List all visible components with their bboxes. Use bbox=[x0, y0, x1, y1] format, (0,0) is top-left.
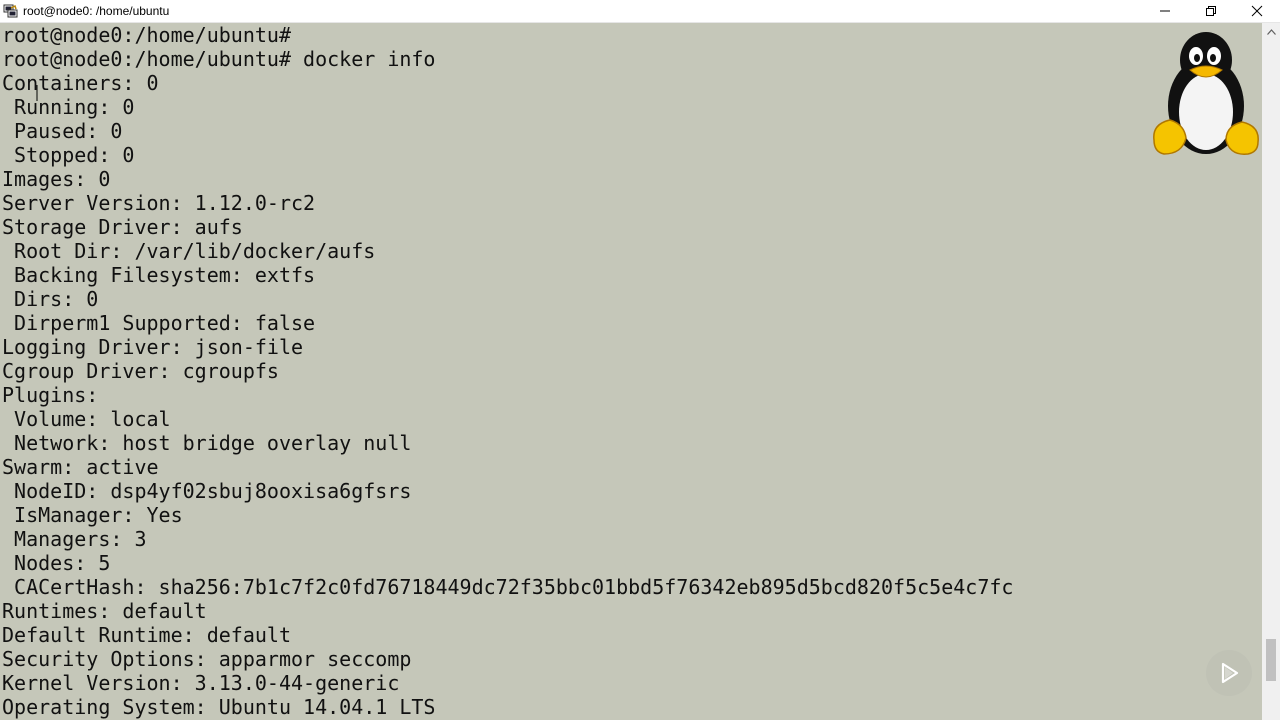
terminal-line: Operating System: Ubuntu 14.04.1 LTS bbox=[2, 695, 436, 719]
terminal-line: Logging Driver: json-file bbox=[2, 335, 304, 359]
close-icon bbox=[1251, 5, 1263, 17]
terminal-line: IsManager: Yes bbox=[2, 503, 183, 527]
terminal-line: Swarm: active bbox=[2, 455, 159, 479]
terminal-line: Dirperm1 Supported: false bbox=[2, 311, 316, 335]
chevron-up-icon bbox=[1266, 28, 1276, 35]
terminal-line: Storage Driver: aufs bbox=[2, 215, 243, 239]
play-button[interactable] bbox=[1206, 650, 1252, 696]
terminal-line: Default Runtime: default bbox=[2, 623, 291, 647]
terminal-line: Server Version: 1.12.0-rc2 bbox=[2, 191, 316, 215]
terminal-line: Kernel Version: 3.13.0-44-generic bbox=[2, 671, 400, 695]
terminal-line: Containers: 0 bbox=[2, 71, 159, 95]
terminal-line: root@node0:/home/ubuntu# bbox=[2, 23, 291, 47]
restore-button[interactable] bbox=[1188, 0, 1234, 23]
title-bar[interactable]: root@node0: /home/ubuntu bbox=[0, 0, 1280, 23]
terminal-line: NodeID: dsp4yf02sbuj8ooxisa6gfsrs bbox=[2, 479, 412, 503]
terminal-output[interactable]: root@node0:/home/ubuntu# root@node0:/hom… bbox=[0, 23, 1262, 720]
window-title: root@node0: /home/ubuntu bbox=[23, 4, 170, 18]
terminal-line: Managers: 3 bbox=[2, 527, 147, 551]
terminal-line: Runtimes: default bbox=[2, 599, 207, 623]
terminal-line: CACertHash: sha256:7b1c7f2c0fd76718449dc… bbox=[2, 575, 1014, 599]
terminal-line: Root Dir: /var/lib/docker/aufs bbox=[2, 239, 376, 263]
terminal-line: Images: 0 bbox=[2, 167, 111, 191]
terminal-line: Plugins: bbox=[2, 383, 99, 407]
putty-icon[interactable] bbox=[3, 3, 19, 19]
tux-penguin-logo bbox=[1150, 28, 1262, 160]
terminal-line: Running: 0 bbox=[2, 95, 135, 119]
minimize-button[interactable] bbox=[1142, 0, 1188, 23]
vertical-scrollbar[interactable] bbox=[1262, 23, 1280, 720]
terminal-line: root@node0:/home/ubuntu# docker info bbox=[2, 47, 436, 71]
scrollbar-thumb[interactable] bbox=[1266, 639, 1276, 681]
play-icon bbox=[1221, 662, 1239, 684]
scroll-up-button[interactable] bbox=[1262, 23, 1280, 40]
terminal-line: Cgroup Driver: cgroupfs bbox=[2, 359, 279, 383]
close-button[interactable] bbox=[1234, 0, 1280, 23]
terminal-line: Dirs: 0 bbox=[2, 287, 99, 311]
terminal-line: Nodes: 5 bbox=[2, 551, 111, 575]
terminal-window: root@node0: /home/ubuntu root@node0:/hom… bbox=[0, 0, 1280, 720]
minimize-icon bbox=[1160, 10, 1170, 12]
terminal-line: Network: host bridge overlay null bbox=[2, 431, 412, 455]
terminal-line: Paused: 0 bbox=[2, 119, 123, 143]
terminal-line: Backing Filesystem: extfs bbox=[2, 263, 316, 287]
terminal-line: Security Options: apparmor seccomp bbox=[2, 647, 412, 671]
terminal-line: Volume: local bbox=[2, 407, 171, 431]
text-cursor-icon bbox=[36, 85, 38, 101]
restore-icon bbox=[1206, 6, 1216, 16]
terminal-line: Stopped: 0 bbox=[2, 143, 135, 167]
